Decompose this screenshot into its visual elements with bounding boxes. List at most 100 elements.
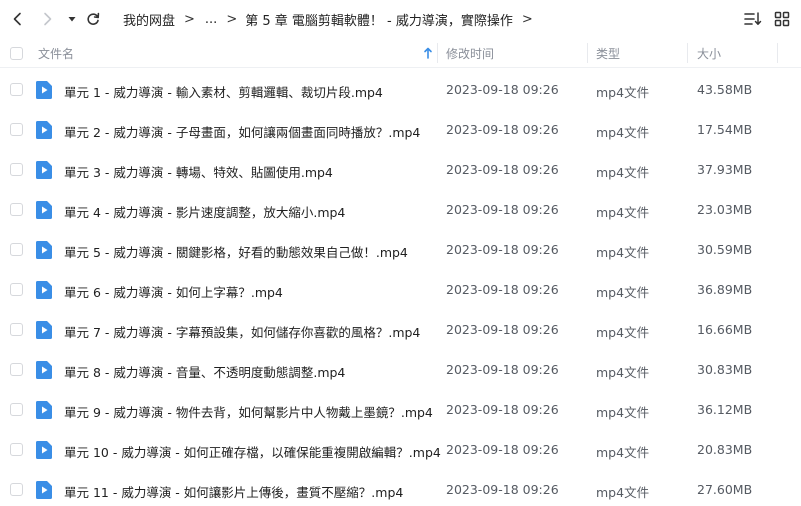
column-divider[interactable] [587, 43, 588, 63]
video-file-icon [36, 161, 52, 179]
file-modified: 2023-09-18 09:26 [446, 122, 559, 137]
breadcrumb-separator: > [521, 11, 533, 27]
file-name[interactable]: 單元 11 - 威力導演 - 如何讓影片上傳後，畫質不壓縮？.mp4 [64, 482, 403, 501]
column-header-name[interactable]: 文件名 [38, 45, 74, 62]
row-checkbox[interactable] [10, 203, 23, 216]
file-modified: 2023-09-18 09:26 [446, 402, 559, 417]
file-name[interactable]: 單元 8 - 威力導演 - 音量、不透明度動態調整.mp4 [64, 362, 345, 381]
table-row[interactable]: 單元 6 - 威力導演 - 如何上字幕？.mp4 2023-09-18 09:2… [0, 270, 801, 310]
file-size: 37.93MB [697, 162, 753, 177]
file-size: 17.54MB [697, 122, 753, 137]
file-type: mp4文件 [596, 125, 650, 140]
file-name[interactable]: 單元 6 - 威力導演 - 如何上字幕？.mp4 [64, 282, 283, 301]
chevron-left-icon [13, 12, 21, 26]
sort-list-icon [744, 12, 762, 25]
file-name[interactable]: 單元 1 - 威力導演 - 輸入素材、剪輯邏輯、裁切片段.mp4 [64, 82, 383, 101]
table-row[interactable]: 單元 7 - 威力導演 - 字幕預設集，如何儲存你喜歡的風格？.mp4 2023… [0, 310, 801, 350]
file-type: mp4文件 [596, 245, 650, 260]
column-header-size[interactable]: 大小 [697, 45, 721, 62]
file-name[interactable]: 單元 9 - 威力導演 - 物件去背，如何幫影片中人物戴上墨鏡？.mp4 [64, 402, 433, 421]
chevron-right-icon [44, 12, 52, 26]
video-file-icon [36, 121, 52, 139]
file-type: mp4文件 [596, 485, 650, 500]
select-all-checkbox[interactable] [10, 47, 23, 60]
table-row[interactable]: 單元 8 - 威力導演 - 音量、不透明度動態調整.mp4 2023-09-18… [0, 350, 801, 390]
video-file-icon [36, 321, 52, 339]
file-modified: 2023-09-18 09:26 [446, 282, 559, 297]
table-row[interactable]: 單元 10 - 威力導演 - 如何正確存檔，以確保能重複開啟編輯？.mp4 20… [0, 430, 801, 470]
row-checkbox[interactable] [10, 483, 23, 496]
sort-button[interactable] [742, 9, 764, 29]
file-size: 16.66MB [697, 322, 753, 337]
table-row[interactable]: 單元 11 - 威力導演 - 如何讓影片上傳後，畫質不壓縮？.mp4 2023-… [0, 470, 801, 506]
file-type: mp4文件 [596, 405, 650, 420]
toolbar: 我的网盘 > ... > 第 5 章 電腦剪輯軟體！ - 威力導演，實際操作 > [0, 0, 801, 38]
forward-button[interactable] [36, 8, 58, 30]
row-checkbox[interactable] [10, 243, 23, 256]
file-size: 23.03MB [697, 202, 753, 217]
video-file-icon [36, 81, 52, 99]
table-row[interactable]: 單元 3 - 威力導演 - 轉場、特效、貼圖使用.mp4 2023-09-18 … [0, 150, 801, 190]
table-row[interactable]: 單元 2 - 威力導演 - 子母畫面，如何讓兩個畫面同時播放？.mp4 2023… [0, 110, 801, 150]
file-name[interactable]: 單元 3 - 威力導演 - 轉場、特效、貼圖使用.mp4 [64, 162, 333, 181]
refresh-icon [87, 12, 100, 25]
table-row[interactable]: 單元 5 - 威力導演 - 關鍵影格，好看的動態效果自己做！.mp4 2023-… [0, 230, 801, 270]
file-name[interactable]: 單元 7 - 威力導演 - 字幕預設集，如何儲存你喜歡的風格？.mp4 [64, 322, 420, 341]
view-toggle-button[interactable] [771, 9, 793, 29]
history-dropdown-button[interactable] [61, 8, 83, 30]
row-checkbox[interactable] [10, 123, 23, 136]
row-checkbox[interactable] [10, 163, 23, 176]
row-checkbox[interactable] [10, 403, 23, 416]
column-divider[interactable] [437, 43, 438, 63]
breadcrumb: 我的网盘 > ... > 第 5 章 電腦剪輯軟體！ - 威力導演，實際操作 > [123, 10, 541, 29]
file-size: 36.89MB [697, 282, 753, 297]
file-name[interactable]: 單元 10 - 威力導演 - 如何正確存檔，以確保能重複開啟編輯？.mp4 [64, 442, 441, 461]
file-type: mp4文件 [596, 325, 650, 340]
file-type: mp4文件 [596, 205, 650, 220]
sort-ascending-icon[interactable] [423, 46, 433, 60]
file-modified: 2023-09-18 09:26 [446, 482, 559, 497]
file-type: mp4文件 [596, 285, 650, 300]
video-file-icon [36, 481, 52, 499]
breadcrumb-current: 第 5 章 電腦剪輯軟體！ - 威力導演，實際操作 [245, 13, 513, 29]
file-name[interactable]: 單元 5 - 威力導演 - 關鍵影格，好看的動態效果自己做！.mp4 [64, 242, 408, 261]
video-file-icon [36, 201, 52, 219]
row-checkbox[interactable] [10, 363, 23, 376]
breadcrumb-ellipsis[interactable]: ... [205, 12, 217, 27]
column-header-type[interactable]: 类型 [596, 45, 620, 62]
file-list-header: 文件名 修改时间 类型 大小 [0, 38, 801, 68]
video-file-icon [36, 361, 52, 379]
column-divider[interactable] [777, 43, 778, 63]
breadcrumb-separator: > [226, 11, 238, 27]
breadcrumb-separator: > [184, 11, 195, 27]
file-list: 單元 1 - 威力導演 - 輸入素材、剪輯邏輯、裁切片段.mp4 2023-09… [0, 70, 801, 506]
row-checkbox[interactable] [10, 323, 23, 336]
caret-down-icon [68, 17, 76, 22]
file-size: 27.60MB [697, 482, 753, 497]
file-name[interactable]: 單元 2 - 威力導演 - 子母畫面，如何讓兩個畫面同時播放？.mp4 [64, 122, 420, 141]
file-size: 20.83MB [697, 442, 753, 457]
video-file-icon [36, 441, 52, 459]
column-header-modified[interactable]: 修改时间 [446, 45, 494, 62]
file-modified: 2023-09-18 09:26 [446, 442, 559, 457]
breadcrumb-root[interactable]: 我的网盘 [123, 10, 175, 29]
row-checkbox[interactable] [10, 283, 23, 296]
refresh-button[interactable] [82, 8, 104, 30]
column-divider[interactable] [687, 43, 688, 63]
video-file-icon [36, 281, 52, 299]
video-file-icon [36, 401, 52, 419]
row-checkbox[interactable] [10, 443, 23, 456]
table-row[interactable]: 單元 9 - 威力導演 - 物件去背，如何幫影片中人物戴上墨鏡？.mp4 202… [0, 390, 801, 430]
file-modified: 2023-09-18 09:26 [446, 322, 559, 337]
back-button[interactable] [7, 8, 29, 30]
file-size: 30.83MB [697, 362, 753, 377]
file-type: mp4文件 [596, 365, 650, 380]
row-checkbox[interactable] [10, 83, 23, 96]
table-row[interactable]: 單元 4 - 威力導演 - 影片速度調整，放大縮小.mp4 2023-09-18… [0, 190, 801, 230]
file-size: 43.58MB [697, 82, 753, 97]
video-file-icon [36, 241, 52, 259]
file-size: 36.12MB [697, 402, 753, 417]
file-type: mp4文件 [596, 85, 650, 100]
table-row[interactable]: 單元 1 - 威力導演 - 輸入素材、剪輯邏輯、裁切片段.mp4 2023-09… [0, 70, 801, 110]
file-name[interactable]: 單元 4 - 威力導演 - 影片速度調整，放大縮小.mp4 [64, 202, 345, 221]
